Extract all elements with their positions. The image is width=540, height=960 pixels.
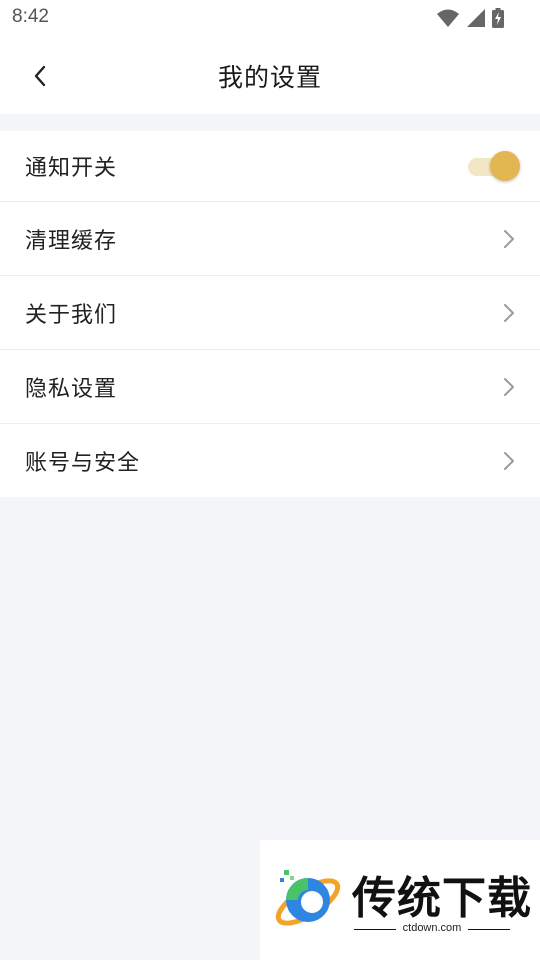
chevron-right-icon	[500, 376, 518, 398]
page-title: 我的设置	[217, 63, 322, 92]
notification-label: 通知开关	[25, 156, 118, 181]
settings-row-privacy[interactable]: 隐私设置	[0, 349, 540, 423]
app-header: 我的设置	[0, 36, 540, 114]
watermark-title: 传统下载	[352, 873, 532, 924]
watermark-logo-icon	[275, 870, 341, 926]
clear-cache-label: 清理缓存	[25, 228, 118, 254]
settings-list: 通知开关 清理缓存 关于我们 隐私设置 账号与安全	[0, 131, 540, 497]
account-security-label: 账号与安全	[25, 450, 141, 476]
cell-signal-icon	[467, 9, 485, 27]
battery-charging-icon	[492, 8, 504, 28]
settings-row-account-security[interactable]: 账号与安全	[0, 423, 540, 497]
settings-row-clear-cache[interactable]: 清理缓存	[0, 201, 540, 275]
wifi-icon	[437, 9, 459, 27]
status-icons	[436, 7, 504, 29]
chevron-right-icon	[500, 228, 518, 250]
watermark-subtitle: ctdown.com	[352, 922, 512, 934]
notification-toggle[interactable]	[466, 149, 520, 183]
status-bar: 8:42	[0, 0, 540, 36]
chevron-right-icon	[500, 302, 518, 324]
status-time: 8:42	[12, 6, 49, 27]
about-us-label: 关于我们	[25, 302, 118, 328]
settings-row-notification: 通知开关	[0, 131, 540, 201]
settings-row-about-us[interactable]: 关于我们	[0, 275, 540, 349]
toggle-knob	[490, 151, 520, 181]
watermark: 传统下载 ctdown.com	[260, 840, 540, 960]
privacy-label: 隐私设置	[25, 376, 118, 402]
chevron-right-icon	[500, 450, 518, 472]
